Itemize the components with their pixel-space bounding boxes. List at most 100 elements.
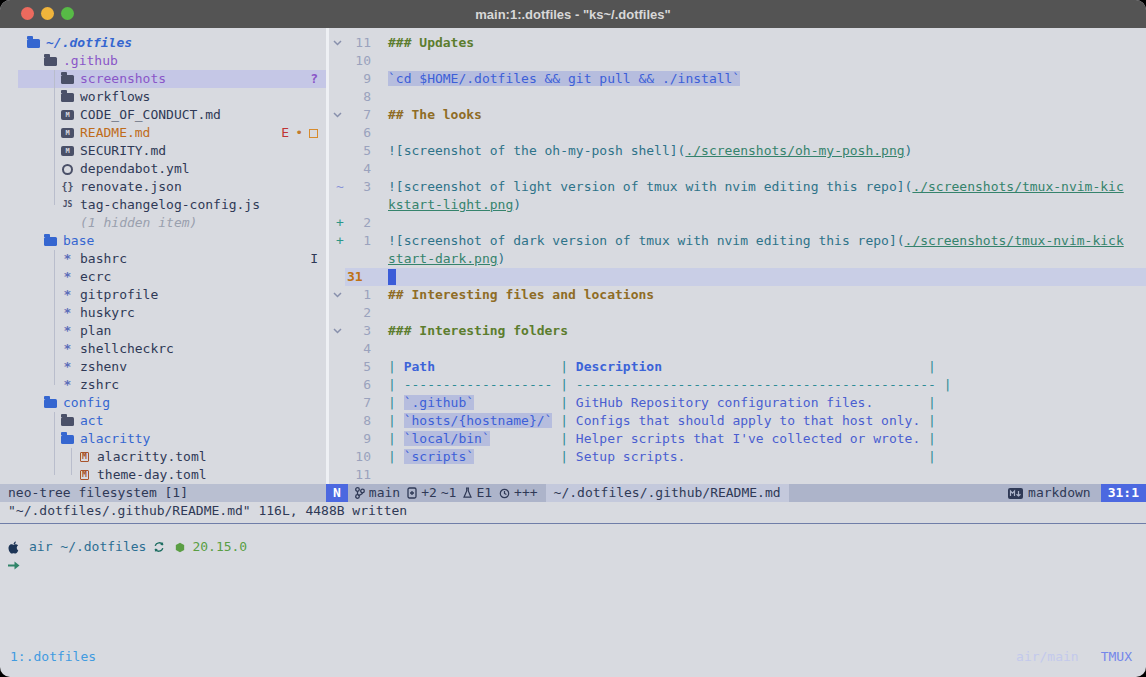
gutter: [333, 160, 347, 178]
editor-line[interactable]: kstart-light.png): [329, 196, 1146, 214]
tree-row[interactable]: *huskyrc: [0, 304, 326, 322]
folder-open-icon: [60, 435, 75, 444]
unstaged-icon: [309, 129, 318, 138]
editor-line[interactable]: 9`cd $HOME/.dotfiles && git pull && ./in…: [329, 70, 1146, 88]
editor-line[interactable]: 6: [329, 124, 1146, 142]
tree-row[interactable]: *zshenv: [0, 358, 326, 376]
branch-icon: [355, 487, 365, 499]
tree-row[interactable]: *plan: [0, 322, 326, 340]
editor-line[interactable]: 2: [329, 304, 1146, 322]
editor-line[interactable]: +2: [329, 214, 1146, 232]
editor-line[interactable]: 10: [329, 52, 1146, 70]
gutter: [333, 70, 347, 88]
tree-row[interactable]: Malacritty.toml: [0, 448, 326, 466]
tree-row[interactable]: *ecrc: [0, 268, 326, 286]
tree-item-label: workflows: [80, 88, 150, 106]
editor-line[interactable]: 4: [329, 340, 1146, 358]
gutter: [333, 466, 347, 484]
line-number: 3: [347, 178, 371, 196]
line-text: | `.github` | GitHub Repository configur…: [388, 394, 936, 412]
editor-line[interactable]: start-dark.png): [329, 250, 1146, 268]
editor-line[interactable]: 11: [329, 466, 1146, 484]
tree-row[interactable]: (1 hidden item): [0, 214, 326, 232]
tree-row[interactable]: {}renovate.json: [0, 178, 326, 196]
status-badge: E: [281, 124, 289, 142]
filetype: markdown: [1008, 484, 1091, 502]
editor-line[interactable]: 4: [329, 160, 1146, 178]
line-number: 1: [347, 286, 371, 304]
editor-line[interactable]: 6| ------------------- | ---------------…: [329, 376, 1146, 394]
tree-row[interactable]: MSECURITY.md: [0, 142, 326, 160]
fold-icon: [333, 286, 347, 304]
tree-row[interactable]: *shellcheckrc: [0, 340, 326, 358]
indent-guide: [54, 70, 55, 205]
toml-icon: M: [77, 452, 92, 462]
editor-line[interactable]: 9 | `local/bin` | Helper scripts that I'v…: [329, 430, 1146, 448]
statusline: N main +2 ~1 E1 +++ ~/.dotfiles/.github/…: [326, 484, 1146, 502]
tree-row[interactable]: screenshots?: [0, 70, 326, 88]
tree-row[interactable]: dependabot.yml: [0, 160, 326, 178]
line-text: | `local/bin` | Helper scripts that I've…: [388, 430, 936, 448]
status-badge: •: [295, 124, 303, 142]
editor-line[interactable]: 8| `hosts/{hostname}/` | Configs that sh…: [329, 412, 1146, 430]
tree-row[interactable]: *zshrc: [0, 376, 326, 394]
gutter: [333, 430, 347, 448]
tree-row[interactable]: workflows: [0, 88, 326, 106]
git-diff: +2 ~1: [407, 484, 456, 502]
fold-icon: [333, 34, 347, 52]
config-file-icon: *: [60, 268, 75, 286]
gutter: [333, 52, 347, 70]
neo-tree-panel[interactable]: ~/.dotfiles.githubscreenshots?workflowsM…: [0, 34, 326, 484]
gutter: [333, 88, 347, 106]
markdown-file-icon: M: [60, 128, 75, 138]
tree-row[interactable]: act: [0, 412, 326, 430]
folder-open-icon: [43, 57, 58, 66]
editor-line[interactable]: 31: [329, 268, 1146, 286]
line-number: 6: [347, 376, 371, 394]
editor-line[interactable]: +1![screenshot of dark version of tmux w…: [329, 232, 1146, 250]
tree-row[interactable]: base: [0, 232, 326, 250]
config-file-icon: *: [60, 286, 75, 304]
zoom-button[interactable]: [61, 7, 74, 20]
tree-row[interactable]: config: [0, 394, 326, 412]
tree-row[interactable]: JStag-changelog-config.js: [0, 196, 326, 214]
tree-row[interactable]: *gitprofile: [0, 286, 326, 304]
line-number: 9: [347, 430, 371, 448]
editor-line[interactable]: 3### Interesting folders: [329, 322, 1146, 340]
editor-pane[interactable]: 11### Updates109`cd $HOME/.dotfiles && g…: [329, 34, 1146, 484]
editor-line[interactable]: 7| `.github` | GitHub Repository configu…: [329, 394, 1146, 412]
editor-line[interactable]: 1## Interesting files and locations: [329, 286, 1146, 304]
tree-item-label: alacritty.toml: [97, 448, 207, 466]
tree-row[interactable]: MCODE_OF_CONDUCT.md: [0, 106, 326, 124]
editor-line[interactable]: 11### Updates: [329, 34, 1146, 52]
tmux-pane-border[interactable]: [0, 523, 1146, 524]
tree-item-label: .github: [63, 52, 118, 70]
tmux-window[interactable]: 1:.dotfiles: [10, 649, 96, 664]
tree-row[interactable]: .github: [0, 52, 326, 70]
tree-row[interactable]: *bashrcI: [0, 250, 326, 268]
tree-item-label: config: [63, 394, 110, 412]
editor-line[interactable]: 5| Path | Description |: [329, 358, 1146, 376]
config-file-icon: *: [60, 376, 75, 394]
editor-line[interactable]: 5![screenshot of the oh-my-posh shell](.…: [329, 142, 1146, 160]
tree-row[interactable]: alacritty: [0, 430, 326, 448]
gutter: [333, 394, 347, 412]
editor-line[interactable]: ~3![screenshot of light version of tmux …: [329, 178, 1146, 196]
line-text: `cd $HOME/.dotfiles && git pull && ./ins…: [388, 70, 740, 88]
terminal-window: main:1:.dotfiles - "ks~/.dotfiles" ~/.do…: [0, 0, 1146, 677]
line-number: 2: [347, 304, 371, 322]
prompt-path: air ~/.dotfiles: [29, 538, 146, 556]
config-file-icon: *: [60, 340, 75, 358]
tree-row[interactable]: ~/.dotfiles: [0, 34, 326, 52]
titlebar[interactable]: main:1:.dotfiles - "ks~/.dotfiles": [0, 0, 1146, 28]
close-button[interactable]: [21, 7, 34, 20]
editor-line[interactable]: 10| `scripts` | Setup scripts. |: [329, 448, 1146, 466]
editor-line[interactable]: 7## The looks: [329, 106, 1146, 124]
minimize-button[interactable]: [41, 7, 54, 20]
editor-line[interactable]: 8: [329, 88, 1146, 106]
window-title: main:1:.dotfiles - "ks~/.dotfiles": [475, 7, 670, 22]
line-text: ## The looks: [388, 106, 482, 124]
tree-row[interactable]: MREADME.mdE•: [0, 124, 326, 142]
tree-row[interactable]: Mtheme-day.toml: [0, 466, 326, 484]
shell-pane[interactable]: air ~/.dotfiles 20.15.0: [8, 538, 247, 574]
